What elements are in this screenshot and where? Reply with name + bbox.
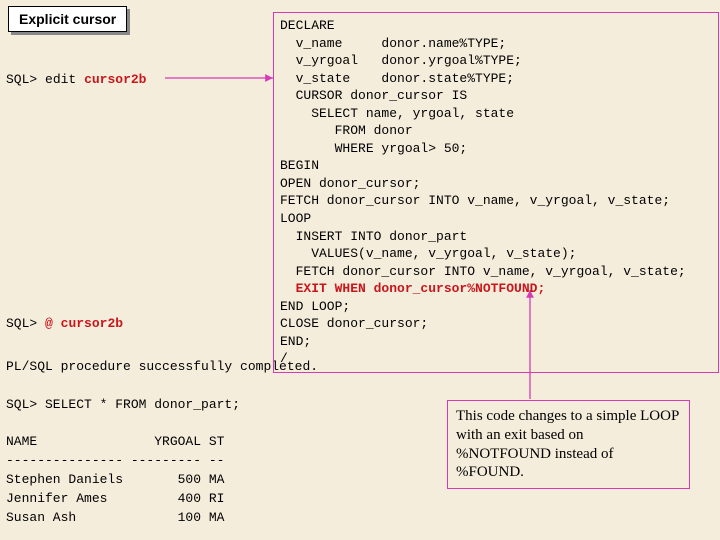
code-l17: END LOOP; <box>280 299 350 314</box>
code-l3: v_yrgoal donor.yrgoal%TYPE; <box>280 53 522 68</box>
code-l7: FROM donor <box>280 123 413 138</box>
code-l9: BEGIN <box>280 158 319 173</box>
out-l6: --------------- --------- -- <box>6 453 224 468</box>
sql-output-block: PL/SQL procedure successfully completed.… <box>6 358 318 528</box>
at-symbol: @ <box>45 316 53 331</box>
code-l20: / <box>280 351 288 366</box>
slide-title: Explicit cursor <box>19 11 116 27</box>
code-l10: OPEN donor_cursor; <box>280 176 420 191</box>
code-l19: END; <box>280 334 311 349</box>
sql-prompt: SQL> <box>6 72 37 87</box>
code-l1: DECLARE <box>280 18 335 33</box>
code-l18: CLOSE donor_cursor; <box>280 316 428 331</box>
code-l2: v_name donor.name%TYPE; <box>280 36 506 51</box>
out-l3: SQL> SELECT * FROM donor_part; <box>6 397 240 412</box>
code-l16-exit: EXIT WHEN donor_cursor%NOTFOUND; <box>280 281 545 296</box>
out-l1: PL/SQL procedure successfully completed. <box>6 359 318 374</box>
annotation-text: This code changes to a simple LOOP with … <box>456 408 679 480</box>
code-l13: INSERT INTO donor_part <box>280 229 467 244</box>
code-l12: LOOP <box>280 211 311 226</box>
out-l8: Jennifer Ames 400 RI <box>6 491 224 506</box>
sql-at-line: SQL> @ cursor2b <box>6 316 123 331</box>
slide-title-box: Explicit cursor <box>8 6 127 32</box>
code-l11: FETCH donor_cursor INTO v_name, v_yrgoal… <box>280 193 670 208</box>
code-l6: SELECT name, yrgoal, state <box>280 106 514 121</box>
code-l4: v_state donor.state%TYPE; <box>280 71 514 86</box>
out-l9: Susan Ash 100 MA <box>6 510 224 525</box>
code-l5: CURSOR donor_cursor IS <box>280 88 467 103</box>
script-name-edit: cursor2b <box>84 72 146 87</box>
annotation-box: This code changes to a simple LOOP with … <box>447 400 690 489</box>
code-l14: VALUES(v_name, v_yrgoal, v_state); <box>280 246 576 261</box>
code-block: DECLARE v_name donor.name%TYPE; v_yrgoal… <box>273 12 719 373</box>
out-l7: Stephen Daniels 500 MA <box>6 472 224 487</box>
out-l5: NAME YRGOAL ST <box>6 434 224 449</box>
edit-keyword: edit <box>45 72 76 87</box>
sql-edit-line: SQL> edit cursor2b <box>6 72 146 87</box>
sql-prompt: SQL> <box>6 316 37 331</box>
code-l8: WHERE yrgoal> 50; <box>280 141 467 156</box>
script-name-at: cursor2b <box>61 316 123 331</box>
code-l15: FETCH donor_cursor INTO v_name, v_yrgoal… <box>280 264 686 279</box>
